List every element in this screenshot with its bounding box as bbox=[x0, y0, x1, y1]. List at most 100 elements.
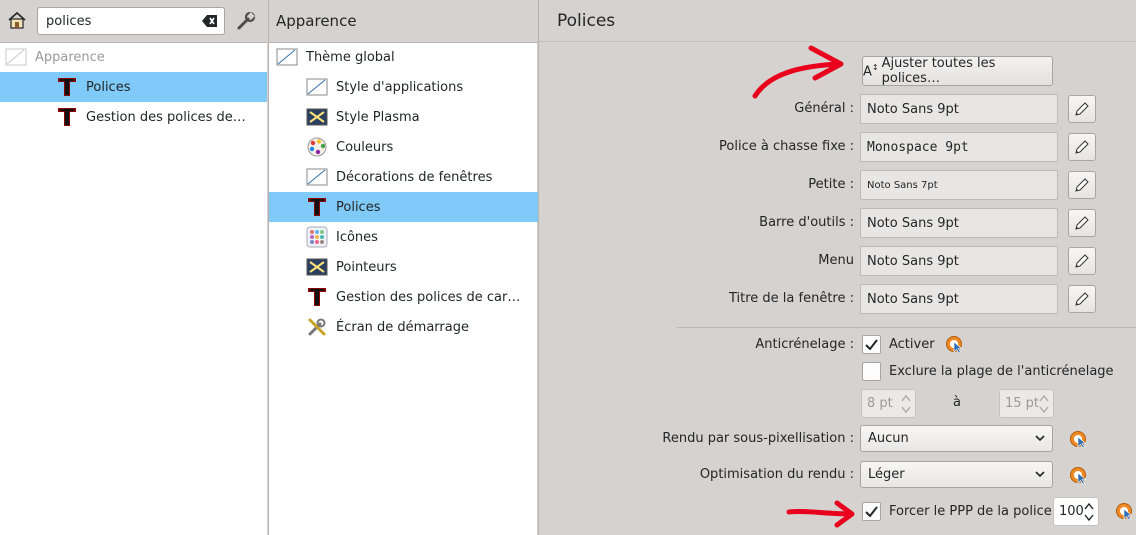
font-field-general: Noto Sans 9pt bbox=[860, 94, 1058, 124]
exclude-range-label: Exclure la plage de l'anticrénelage bbox=[889, 364, 1114, 379]
tree-item-label: Gestion des polices de… bbox=[86, 109, 246, 125]
font-label-monospace: Police à chasse fixe : bbox=[719, 139, 854, 154]
style-icon bbox=[306, 78, 328, 96]
category-label: Thème global bbox=[306, 49, 395, 65]
category-item-decorations[interactable]: Décorations de fenêtres bbox=[269, 162, 538, 192]
font-field-toolbar: Noto Sans 9pt bbox=[860, 208, 1058, 238]
page-title: Polices bbox=[557, 11, 616, 31]
category-item-gestion-polices[interactable]: Gestion des polices de car… bbox=[269, 282, 538, 312]
font-label-window-title: Titre de la fenêtre : bbox=[728, 291, 854, 306]
font-icon bbox=[308, 198, 326, 216]
plasma-icon bbox=[306, 108, 328, 126]
font-field-small: Noto Sans 7pt bbox=[860, 170, 1058, 200]
spin-arrows-icon bbox=[1084, 502, 1094, 522]
range-to-label: à bbox=[953, 395, 961, 410]
antialias-enable-label: Activer bbox=[889, 337, 935, 352]
category-item-polices[interactable]: Polices bbox=[269, 192, 538, 222]
theme-icon bbox=[5, 48, 27, 66]
category-label: Gestion des polices de car… bbox=[336, 289, 521, 305]
font-size-icon: A↕ bbox=[863, 62, 879, 80]
checkmark-icon bbox=[865, 339, 878, 350]
dpi-spinbox[interactable]: 100 bbox=[1053, 497, 1099, 526]
force-dpi-checkbox[interactable] bbox=[862, 502, 881, 521]
font-field-window-title: Noto Sans 9pt bbox=[860, 284, 1058, 314]
edit-font-button-monospace[interactable] bbox=[1068, 133, 1096, 161]
font-label-small: Petite : bbox=[808, 177, 854, 192]
font-field-menu: Noto Sans 9pt bbox=[860, 246, 1058, 276]
pencil-icon bbox=[1075, 292, 1089, 306]
hinting-select[interactable]: Léger bbox=[860, 461, 1053, 488]
exclude-from-spinbox[interactable]: 8 pt bbox=[861, 389, 916, 418]
whats-this-icon[interactable] bbox=[1069, 466, 1087, 484]
category-title: Apparence bbox=[276, 12, 357, 30]
pencil-icon bbox=[1075, 140, 1089, 154]
edit-font-button-general[interactable] bbox=[1068, 95, 1096, 123]
category-label: Décorations de fenêtres bbox=[336, 169, 493, 185]
cursor-icon bbox=[306, 258, 328, 276]
search-toolbar bbox=[0, 0, 267, 43]
font-icon bbox=[58, 78, 76, 96]
category-item-style-applications[interactable]: Style d'applications bbox=[269, 72, 538, 102]
category-item-theme-global[interactable]: Thème global bbox=[269, 42, 538, 72]
spin-arrows-icon bbox=[1039, 394, 1049, 414]
font-label-menu: Menu bbox=[818, 253, 854, 268]
exclude-range-checkbox[interactable] bbox=[862, 362, 881, 381]
edit-font-button-window-title[interactable] bbox=[1068, 285, 1096, 313]
checkmark-icon bbox=[865, 506, 878, 517]
palette-icon bbox=[307, 137, 327, 157]
category-pane: Apparence Thème global Style d'applicati… bbox=[268, 0, 538, 535]
annotation-arrow bbox=[752, 45, 844, 99]
font-icon bbox=[58, 108, 76, 126]
tree-item-label: Apparence bbox=[35, 49, 105, 65]
settings-pane: Polices A↕ Ajuster toutes les polices… G… bbox=[538, 0, 1136, 535]
edit-font-button-toolbar[interactable] bbox=[1068, 209, 1096, 237]
theme-icon bbox=[276, 48, 298, 66]
wrench-icon[interactable] bbox=[235, 10, 257, 32]
settings-header: Polices bbox=[539, 0, 1136, 42]
adjust-all-fonts-button[interactable]: A↕ Ajuster toutes les polices… bbox=[862, 56, 1053, 86]
tree-item-polices[interactable]: Polices bbox=[0, 72, 267, 102]
separator bbox=[677, 327, 1136, 328]
annotation-arrow bbox=[786, 500, 855, 528]
chevron-down-icon bbox=[1035, 435, 1045, 442]
category-label: Écran de démarrage bbox=[336, 319, 469, 335]
category-label: Style d'applications bbox=[336, 79, 464, 95]
pencil-icon bbox=[1075, 254, 1089, 268]
whats-this-icon[interactable] bbox=[945, 335, 963, 353]
chevron-down-icon bbox=[1035, 471, 1045, 478]
search-input[interactable] bbox=[37, 7, 225, 35]
antialias-label: Anticrénelage : bbox=[755, 337, 854, 352]
category-item-couleurs[interactable]: Couleurs bbox=[269, 132, 538, 162]
font-label-general: Général : bbox=[794, 101, 854, 116]
category-item-icones[interactable]: Icônes bbox=[269, 222, 538, 252]
font-field-monospace: Monospace 9pt bbox=[860, 132, 1058, 162]
antialias-checkbox[interactable] bbox=[862, 335, 881, 354]
category-item-style-plasma[interactable]: Style Plasma bbox=[269, 102, 538, 132]
category-label: Pointeurs bbox=[336, 259, 397, 275]
exclude-to-spinbox[interactable]: 15 pt bbox=[999, 389, 1054, 418]
edit-font-button-menu[interactable] bbox=[1068, 247, 1096, 275]
clear-search-icon[interactable] bbox=[202, 14, 218, 28]
whats-this-icon[interactable] bbox=[1115, 502, 1133, 520]
category-label: Icônes bbox=[336, 229, 378, 245]
category-label: Style Plasma bbox=[336, 109, 420, 125]
tree-item-apparence[interactable]: Apparence bbox=[0, 42, 267, 72]
font-label-toolbar: Barre d'outils : bbox=[759, 215, 854, 230]
edit-font-button-small[interactable] bbox=[1068, 171, 1096, 199]
category-item-ecran-demarrage[interactable]: Écran de démarrage bbox=[269, 312, 538, 342]
window-deco-icon bbox=[306, 168, 328, 186]
whats-this-icon[interactable] bbox=[1069, 430, 1087, 448]
category-header: Apparence bbox=[269, 0, 538, 43]
category-label: Polices bbox=[336, 199, 381, 215]
pencil-icon bbox=[1075, 216, 1089, 230]
pencil-icon bbox=[1075, 178, 1089, 192]
font-icon bbox=[308, 288, 326, 306]
left-pane: Apparence Polices Gestion des polices de… bbox=[0, 0, 267, 535]
category-item-pointeurs[interactable]: Pointeurs bbox=[269, 252, 538, 282]
tree-item-label: Polices bbox=[86, 79, 131, 95]
home-icon[interactable] bbox=[6, 9, 28, 31]
subpixel-label: Rendu par sous-pixellisation : bbox=[662, 431, 854, 446]
icons-icon bbox=[306, 226, 328, 248]
tree-item-gestion-polices[interactable]: Gestion des polices de… bbox=[0, 102, 267, 132]
subpixel-select[interactable]: Aucun bbox=[860, 425, 1053, 452]
